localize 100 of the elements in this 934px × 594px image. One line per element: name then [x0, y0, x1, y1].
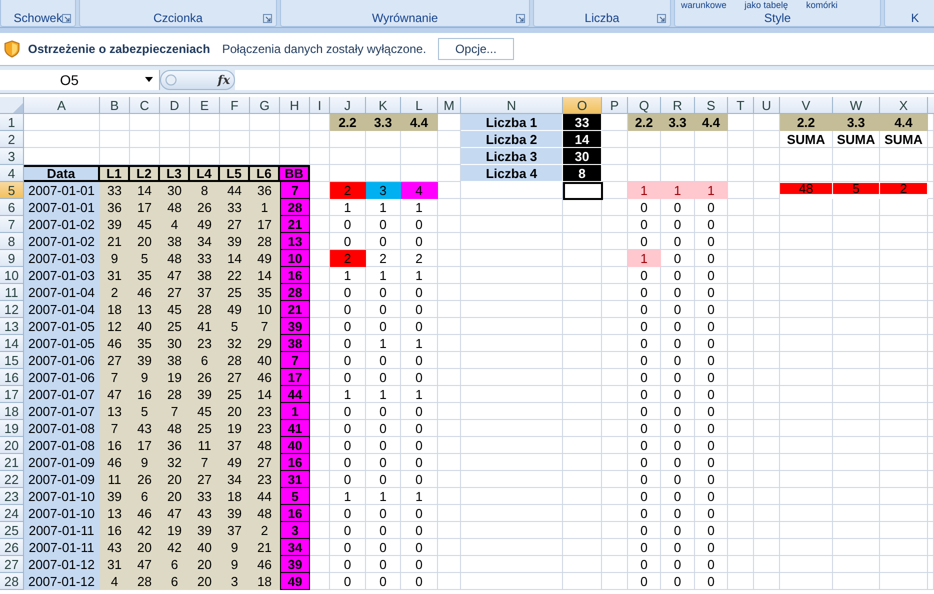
- column-header[interactable]: T: [728, 97, 754, 114]
- table-cell: 26: [130, 471, 160, 488]
- column-header[interactable]: I: [310, 97, 330, 114]
- empty-cell: [438, 233, 461, 250]
- column-header[interactable]: W: [833, 97, 880, 114]
- column-header[interactable]: L: [401, 97, 438, 114]
- row-header[interactable]: 2: [0, 131, 24, 148]
- table-cell: 0: [628, 318, 661, 335]
- row-header[interactable]: 12: [0, 301, 24, 318]
- table-cell: 5: [220, 318, 250, 335]
- group-label: K: [910, 11, 919, 25]
- insert-function-label[interactable]: fx: [218, 73, 230, 87]
- column-header[interactable]: V: [780, 97, 833, 114]
- table-cell: 0: [330, 420, 366, 437]
- row-header[interactable]: 1: [0, 114, 24, 131]
- row-header[interactable]: 19: [0, 420, 24, 437]
- row-header[interactable]: 3: [0, 148, 24, 165]
- row-header[interactable]: 15: [0, 352, 24, 369]
- table-cell: 31: [100, 267, 130, 284]
- table-cell: 47: [160, 505, 190, 522]
- table-cell: 36: [160, 437, 190, 454]
- table-cell: 40: [280, 437, 310, 454]
- column-header[interactable]: X: [880, 97, 928, 114]
- empty-cell: [695, 148, 728, 165]
- row-header[interactable]: 28: [0, 573, 24, 590]
- column-header[interactable]: Q: [628, 97, 661, 114]
- column-header[interactable]: S: [695, 97, 728, 114]
- table-cell: 33: [190, 250, 220, 267]
- empty-cell: [728, 352, 754, 369]
- name-box[interactable]: O5: [0, 70, 160, 90]
- row-header[interactable]: 8: [0, 233, 24, 250]
- active-cell-frame[interactable]: [563, 182, 603, 200]
- column-header[interactable]: U: [754, 97, 780, 114]
- row-header[interactable]: 6: [0, 199, 24, 216]
- row-header[interactable]: 27: [0, 556, 24, 573]
- table-cell: 2007-01-07: [24, 403, 100, 420]
- table-cell: 0: [661, 318, 695, 335]
- table-cell: 0: [401, 505, 438, 522]
- ribbon-command-label[interactable]: warunkowe: [681, 0, 727, 10]
- column-header[interactable]: K: [366, 97, 401, 114]
- options-button[interactable]: Opcje...: [438, 38, 514, 60]
- row-header[interactable]: 5: [0, 182, 24, 199]
- table-cell: 0: [366, 437, 401, 454]
- empty-cell: [833, 301, 880, 318]
- table-cell: 34: [220, 471, 250, 488]
- column-header[interactable]: G: [250, 97, 280, 114]
- column-header[interactable]: N: [461, 97, 563, 114]
- ribbon-command-label[interactable]: jako tabelę: [744, 0, 788, 10]
- table-cell: 40: [190, 539, 220, 556]
- row-header[interactable]: 22: [0, 471, 24, 488]
- column-header[interactable]: R: [661, 97, 695, 114]
- table-cell: Liczba 3: [461, 148, 563, 165]
- column-header[interactable]: E: [190, 97, 220, 114]
- empty-cell: [833, 335, 880, 352]
- dialog-launcher-icon[interactable]: [263, 14, 272, 23]
- row-header[interactable]: 18: [0, 403, 24, 420]
- caret-icon[interactable]: [145, 77, 153, 82]
- column-header[interactable]: B: [100, 97, 130, 114]
- row-header[interactable]: 23: [0, 488, 24, 505]
- row-header[interactable]: 14: [0, 335, 24, 352]
- table-cell: 0: [695, 573, 728, 590]
- column-header[interactable]: C: [130, 97, 160, 114]
- row-header[interactable]: 9: [0, 250, 24, 267]
- column-header[interactable]: M: [438, 97, 461, 114]
- row-header[interactable]: 24: [0, 505, 24, 522]
- empty-cell: [833, 556, 880, 573]
- row-header[interactable]: 20: [0, 437, 24, 454]
- ribbon-command-label[interactable]: komórki: [806, 0, 838, 10]
- row-header[interactable]: 11: [0, 284, 24, 301]
- row-header[interactable]: 7: [0, 216, 24, 233]
- dialog-launcher-icon[interactable]: [62, 14, 71, 23]
- table-cell: 39: [190, 522, 220, 539]
- column-header[interactable]: D: [160, 97, 190, 114]
- row-header[interactable]: 25: [0, 522, 24, 539]
- table-cell: 3: [280, 522, 310, 539]
- table-cell: 2.2: [780, 114, 833, 131]
- empty-cell: [310, 148, 330, 165]
- column-header[interactable]: A: [24, 97, 100, 114]
- column-header[interactable]: H: [280, 97, 310, 114]
- table-cell: 16: [280, 505, 310, 522]
- column-header[interactable]: O: [563, 97, 602, 114]
- table-cell: 0: [401, 301, 438, 318]
- column-header[interactable]: P: [602, 97, 628, 114]
- table-cell: 45: [130, 216, 160, 233]
- row-header[interactable]: 13: [0, 318, 24, 335]
- row-header[interactable]: 26: [0, 539, 24, 556]
- row-header[interactable]: 4: [0, 165, 24, 182]
- formula-bar-control[interactable]: fx: [160, 70, 235, 90]
- row-header[interactable]: 10: [0, 267, 24, 284]
- empty-cell: [563, 386, 602, 403]
- row-header[interactable]: 21: [0, 454, 24, 471]
- table-cell: 7: [160, 403, 190, 420]
- column-header[interactable]: J: [330, 97, 366, 114]
- column-header[interactable]: F: [220, 97, 250, 114]
- dialog-launcher-icon[interactable]: [657, 14, 666, 23]
- row-header[interactable]: 17: [0, 386, 24, 403]
- table-cell: 21: [250, 539, 280, 556]
- formula-input-field[interactable]: [235, 70, 934, 90]
- dialog-launcher-icon[interactable]: [516, 14, 525, 23]
- row-header[interactable]: 16: [0, 369, 24, 386]
